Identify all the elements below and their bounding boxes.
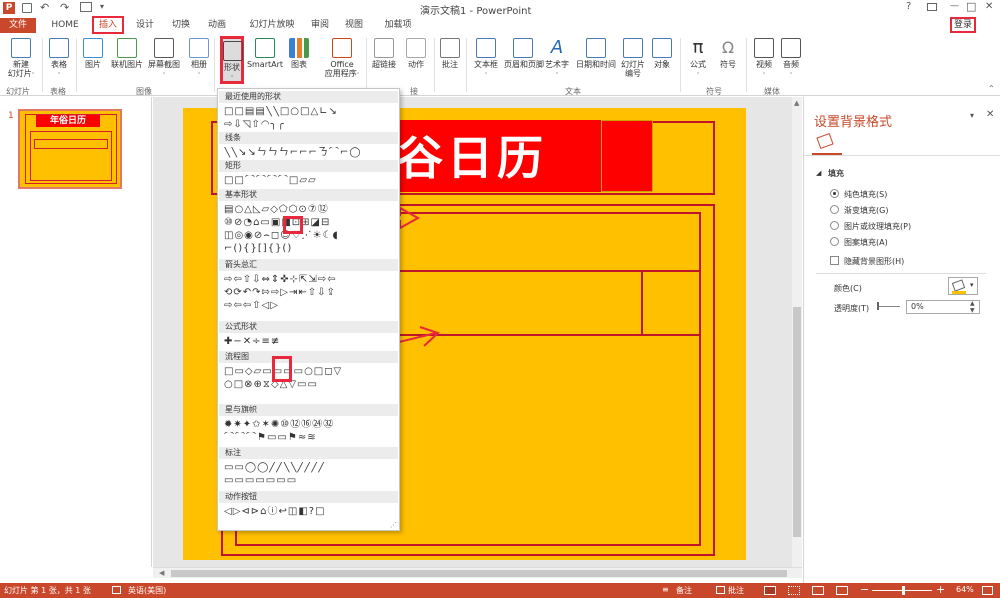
slide-count-status: 幻灯片 第 1 张，共 1 张 (4, 586, 91, 595)
pane-title: 设置背景格式 (814, 115, 893, 130)
shape-row[interactable]: ✹✷✦✩✶✺⑩⑫⑯㉔㉜ (224, 419, 396, 430)
shape-section-header: 公式形状 (219, 321, 398, 333)
fill-option-label: 渐变填充(G) (844, 206, 889, 215)
format-background-pane: 设置背景格式 ▾ ✕ ◢ 填充 纯色填充(S) 渐变填充(G) 图片或纹理填充(P)… (803, 97, 1000, 583)
normal-view-icon[interactable] (764, 586, 776, 595)
transparency-input[interactable]: 0% (906, 300, 980, 314)
shape-row[interactable]: ⟲⟳↶↷⇰⇨▷⇥⇤⇧⇩⇪ (224, 287, 396, 298)
fill-section-header[interactable]: 填充 (828, 168, 844, 179)
resize-grip-icon[interactable]: ⋰ (390, 521, 397, 529)
zoom-level[interactable]: 64% (956, 585, 974, 594)
fill-option-label: 图案填充(A) (844, 238, 888, 247)
slideshow-icon[interactable] (836, 586, 848, 595)
color-picker-button[interactable]: ▾ (948, 277, 978, 295)
fill-option-label: 纯色填充(S) (844, 190, 888, 199)
shape-section-header: 标注 (219, 447, 398, 459)
transparency-label: 透明度(T) (834, 304, 870, 313)
paint-bucket-icon (951, 279, 966, 292)
shape-section-header: 线条 (219, 132, 398, 144)
shape-row[interactable]: ◁▷⊲⊳⌂ⓘ↩◫◧?□ (224, 506, 396, 517)
fill-radio[interactable] (830, 205, 839, 214)
shape-row[interactable]: ╲╲↘↘ㄣㄣㄣ⌐⌐⌐ㄋ⌒⌐◯ (224, 147, 396, 158)
comments-button[interactable]: 批注 (728, 585, 744, 596)
shape-row[interactable]: ⇨⇦⇦⇧◁▷ (224, 300, 396, 311)
shape-row[interactable]: □□▤▤╲╲□○□△∟↘ (224, 106, 396, 117)
fill-radio[interactable] (830, 189, 839, 198)
transparency-slider-thumb[interactable] (877, 302, 879, 310)
spellcheck-icon[interactable] (112, 586, 121, 594)
shape-section-header: 矩形 (219, 160, 398, 172)
zoom-out-icon[interactable]: − (860, 583, 869, 596)
shape-row[interactable]: ▭▭▭▭▭▭▭ (224, 475, 396, 486)
shape-row[interactable]: ⌒⌒⌒⚑▭▭⚑≈≋ (224, 432, 396, 443)
language-status[interactable]: 英语(美国) (128, 585, 166, 596)
hide-bg-checkbox[interactable] (830, 256, 839, 265)
slide-sorter-icon[interactable] (788, 586, 800, 595)
zoom-slider-thumb[interactable] (902, 586, 905, 595)
reading-view-icon[interactable] (812, 586, 824, 595)
shape-row[interactable]: ◫◎◉⊘⌢◻☺♡⋰☀☾◖ (224, 230, 396, 241)
zoom-in-icon[interactable]: + (936, 583, 945, 596)
chevron-down-icon: ▾ (970, 281, 974, 289)
comments-icon[interactable] (716, 586, 725, 594)
fill-option-label: 图片或纹理填充(P) (844, 222, 912, 231)
fill-radio[interactable] (830, 221, 839, 230)
shape-row[interactable]: ▭▭◯◯╱╱╲╲╱╱╱╱ (224, 462, 396, 473)
notes-icon[interactable]: ≡ (662, 585, 669, 594)
color-label: 颜色(C) (834, 284, 862, 293)
pane-options-icon[interactable]: ▾ (970, 111, 974, 120)
shape-row[interactable]: □□⌒⌒⌒⌒□▱▱ (224, 175, 396, 186)
shape-row[interactable]: ⇨⇦⇧⇩⇔⇕✜⊹⇱⇲⇨⇦ (224, 274, 396, 285)
notes-button[interactable]: 备注 (676, 585, 692, 596)
shape-row[interactable]: ⌐(){}[]{}() (224, 243, 396, 254)
shape-section-header: 流程图 (219, 351, 398, 363)
shape-section-header: 箭头总汇 (219, 259, 398, 271)
shape-row[interactable]: ⇨⇩◹⇧◠╮╭ (224, 119, 396, 130)
highlight-flowchart-shape (272, 356, 292, 382)
fill-radio[interactable] (830, 237, 839, 246)
shape-row[interactable]: ○□⊗⊕⧖◇△▽▭▭ (224, 379, 396, 390)
shape-section-header: 基本形状 (219, 189, 398, 201)
pane-close-icon[interactable]: ✕ (986, 109, 994, 120)
hide-bg-label: 隐藏背景图形(H) (844, 257, 905, 266)
status-bar: 幻灯片 第 1 张，共 1 张 英语(美国) ≡ 备注 批注 − + 64% (0, 583, 1000, 598)
shape-row[interactable]: ▤○△◺▱◇⬠⬡⊙⑦⑫ (224, 204, 396, 215)
shapes-gallery-menu: 最近使用的形状 □□▤▤╲╲□○□△∟↘ ⇨⇩◹⇧◠╮╭ 线条 ╲╲↘↘ㄣㄣㄣ⌐⌐⌐ㄋ⌒… (217, 88, 400, 531)
fill-expander-icon[interactable]: ◢ (816, 169, 821, 177)
fill-bucket-icon[interactable] (816, 132, 834, 150)
shape-row[interactable]: □▭◇▱▭▭▭▭○□◻▽ (224, 366, 396, 377)
spinner-icon[interactable]: ▲ ▼ (970, 300, 975, 314)
shape-row[interactable]: ⑩⊘◔⌂▭▣◨⊡⊞◪⊟ (224, 217, 396, 228)
fit-slide-icon[interactable] (982, 586, 993, 595)
shape-row[interactable]: ✚−✕÷≡≢ (224, 336, 396, 347)
shape-section-header: 动作按钮 (219, 491, 398, 503)
transparency-slider[interactable] (878, 306, 900, 307)
shape-section-header: 星与旗帜 (219, 404, 398, 416)
shape-section-header: 最近使用的形状 (219, 91, 398, 103)
highlight-frame-shape (283, 216, 303, 234)
